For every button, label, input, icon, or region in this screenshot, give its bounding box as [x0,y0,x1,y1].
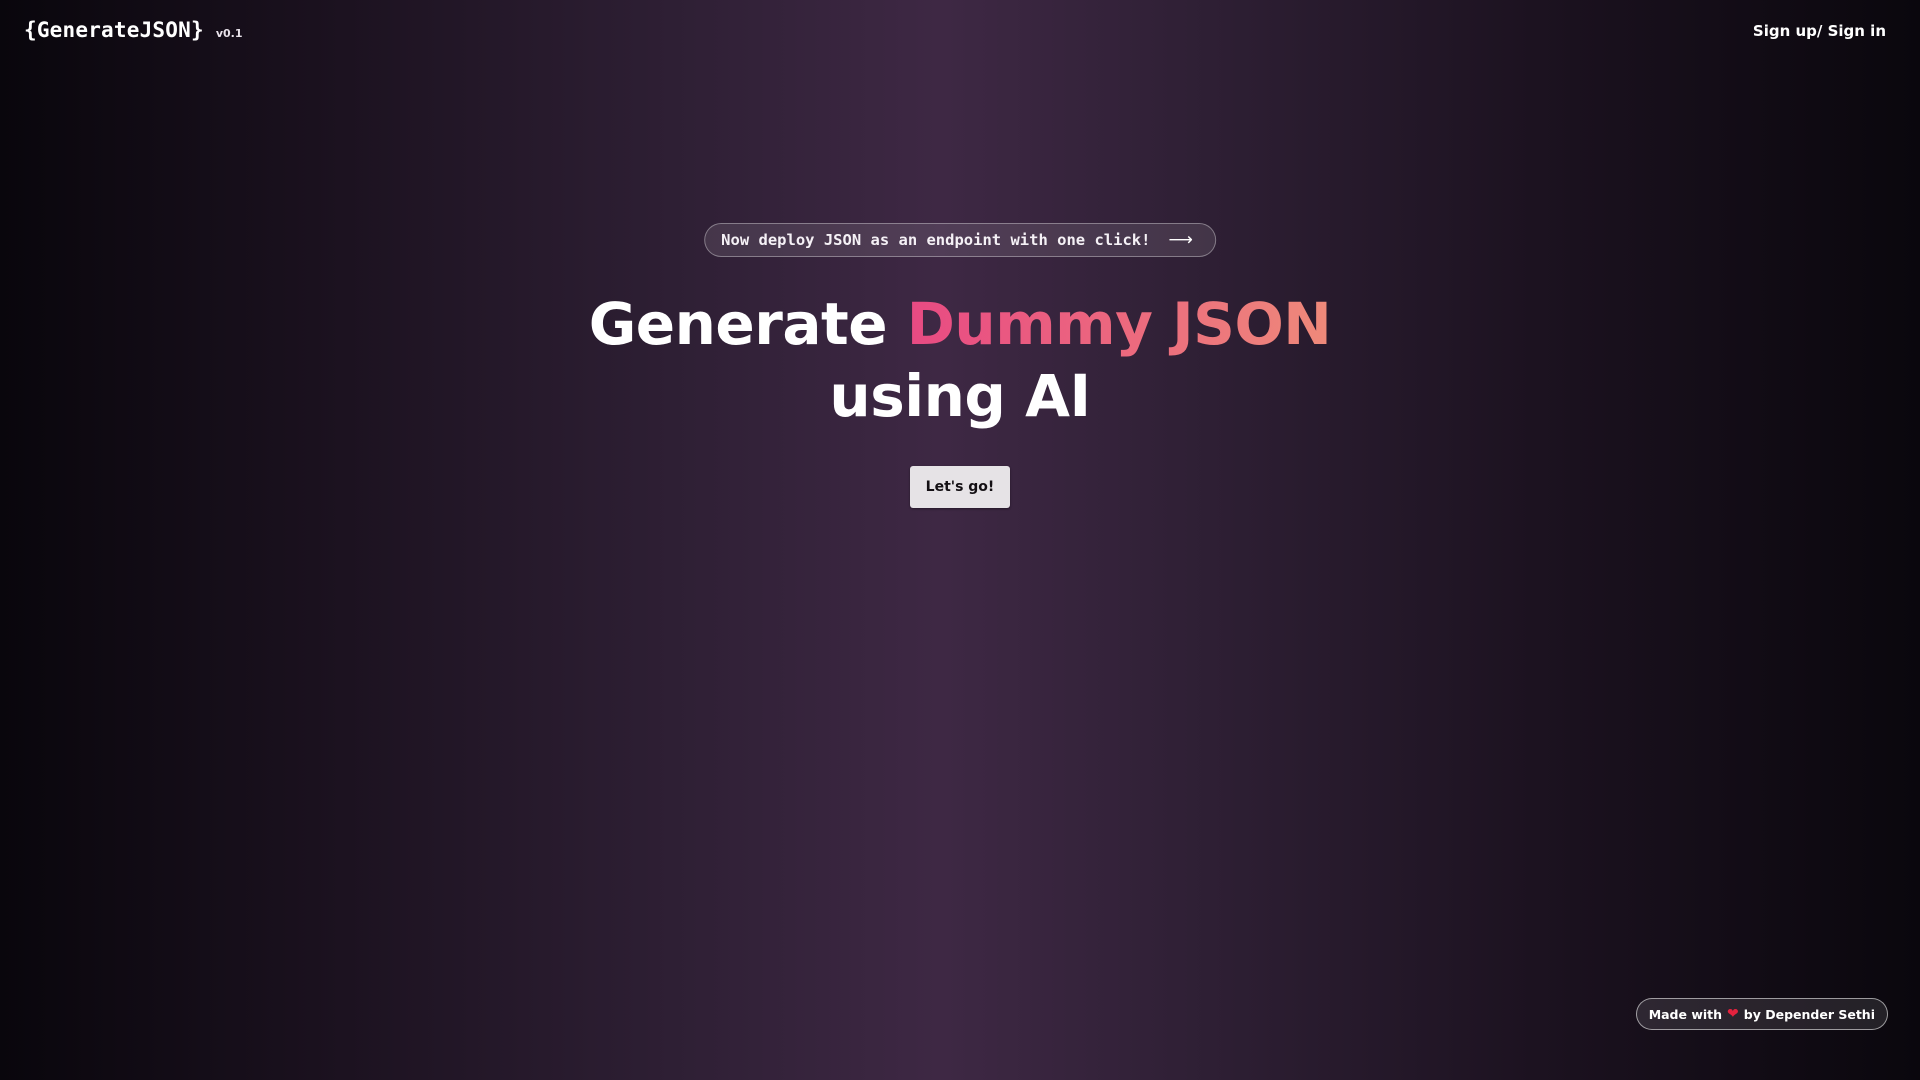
hero-title-line-1: Generate Dummy JSON [0,288,1920,360]
heart-icon: ❤ [1727,1006,1739,1022]
announcement-text: Now deploy JSON as an endpoint with one … [721,231,1151,249]
top-navigation-bar: {GenerateJSON} v0.1 Sign up/ Sign in [0,0,1920,64]
arrow-right-icon: ⟶ [1168,230,1193,250]
credit-suffix: by Depender Sethi [1743,1006,1875,1022]
credit-prefix: Made with [1648,1006,1723,1022]
hero-title: Generate Dummy JSON using AI [0,288,1920,432]
hero-title-prefix: Generate [588,290,888,358]
sign-in-link[interactable]: Sign up/ Sign in [1753,22,1886,40]
logo-text: {GenerateJSON} [24,18,204,42]
version-label: v0.1 [215,27,243,40]
site-logo[interactable]: {GenerateJSON} v0.1 [24,18,242,42]
made-with-love-badge[interactable]: Made with ❤ by Depender Sethi [1635,998,1888,1030]
announcement-banner[interactable]: Now deploy JSON as an endpoint with one … [704,223,1216,257]
hero-title-accent: Dummy JSON [906,290,1332,358]
hero-title-suffix: using AI [829,362,1091,430]
lets-go-button[interactable]: Let's go! [910,466,1010,508]
